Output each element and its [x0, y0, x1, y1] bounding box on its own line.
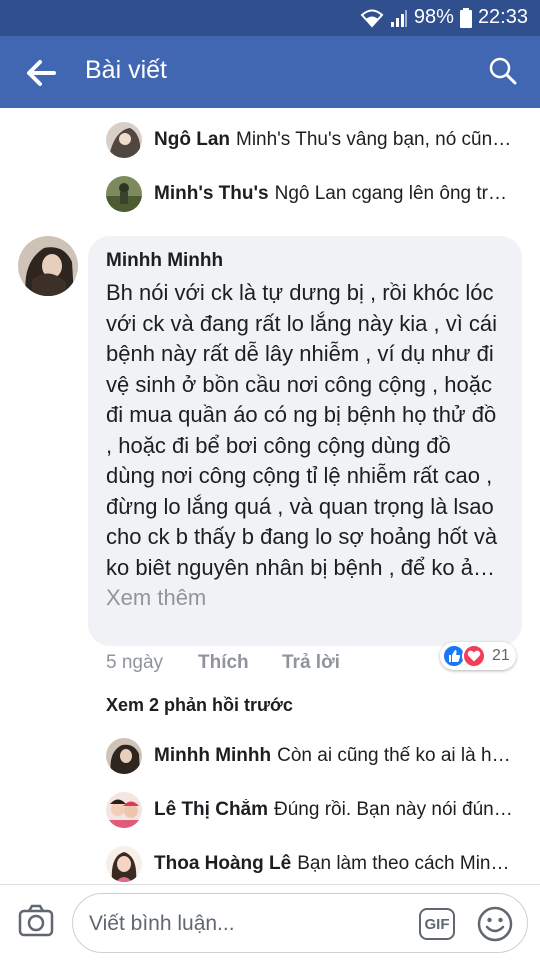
reply-author[interactable]: Thoa Hoàng Lê [154, 853, 291, 874]
reply-item[interactable]: Minh's Thu'sNgô Lan cgang lên ông trời c… [106, 174, 516, 214]
status-bar: 98% 22:33 [0, 0, 540, 36]
reply-text: Lê Thị ChắmĐúng rồi. Bạn này nói đúng đó… [154, 799, 516, 820]
smiley-icon [477, 906, 513, 942]
comment-input[interactable] [89, 908, 409, 940]
view-previous-replies[interactable]: Xem 2 phản hồi trước [106, 695, 293, 716]
comment-bubble: Minhh Minhh Bh nói với ck là tự dưng bị … [88, 236, 522, 646]
search-button[interactable] [488, 56, 518, 86]
clock: 22:33 [477, 6, 528, 28]
avatar[interactable] [106, 792, 142, 828]
comment-body: Bh nói với ck là tự dưng bị , rồi khóc l… [106, 280, 498, 610]
avatar[interactable] [18, 236, 78, 296]
gif-button[interactable]: GIF [419, 908, 455, 940]
reply-author[interactable]: Minhh Minhh [154, 745, 271, 766]
status-icons: 98% 22:33 [360, 6, 528, 29]
back-button[interactable] [24, 56, 58, 90]
camera-icon [18, 904, 54, 937]
signal-icon [390, 9, 407, 27]
reply-text: Ngô LanMinh's Thu's vâng bạn, nó cũng ng… [154, 129, 516, 150]
reply-text: Thoa Hoàng LêBạn làm theo cách Minhh Min… [154, 853, 516, 874]
reply-item[interactable]: Thoa Hoàng LêBạn làm theo cách Minhh Min… [106, 844, 516, 884]
avatar[interactable] [106, 122, 142, 158]
avatar[interactable] [106, 738, 142, 774]
reply-author[interactable]: Minh's Thu's [154, 183, 269, 204]
search-icon [489, 57, 517, 85]
reply-text: Minh's Thu'sNgô Lan cgang lên ông trời c… [154, 183, 516, 204]
battery-percent: 98% [413, 6, 454, 28]
emoji-button[interactable] [477, 906, 513, 942]
comment-input-box: GIF [72, 893, 528, 953]
reply-item[interactable]: Minhh MinhhCòn ai cũng thế ko ai là hoàn… [106, 736, 516, 776]
reply-item[interactable]: Lê Thị ChắmĐúng rồi. Bạn này nói đúng đó… [106, 790, 516, 830]
reply-button[interactable]: Trả lời [282, 652, 340, 674]
comments-thread: Ngô LanMinh's Thu's vâng bạn, nó cũng ng… [0, 108, 540, 884]
reaction-count: 21 [492, 647, 510, 664]
see-more-link[interactable]: Xem thêm [106, 585, 206, 610]
reaction-summary[interactable]: 21 [440, 642, 516, 670]
love-reaction-icon [462, 644, 486, 668]
camera-button[interactable] [18, 903, 54, 939]
like-button[interactable]: Thích [198, 652, 282, 674]
avatar[interactable] [106, 846, 142, 882]
wifi-icon [360, 9, 384, 27]
reply-text: Minhh MinhhCòn ai cũng thế ko ai là hoàn… [154, 745, 516, 766]
page-title: Bài viết [85, 56, 167, 84]
app-bar: Bài viết [0, 36, 540, 108]
comment-age: 5 ngày [106, 652, 164, 673]
comment-composer: GIF [0, 884, 540, 960]
reply-author[interactable]: Ngô Lan [154, 129, 230, 150]
battery-icon [459, 7, 472, 28]
comment-author[interactable]: Minhh Minhh [106, 250, 504, 272]
comment-actions: 5 ngày Thích Trả lời [106, 652, 340, 674]
reply-author[interactable]: Lê Thị Chắm [154, 799, 268, 820]
back-arrow-icon [27, 60, 56, 86]
avatar[interactable] [106, 176, 142, 212]
reply-item[interactable]: Ngô LanMinh's Thu's vâng bạn, nó cũng ng… [106, 120, 516, 160]
